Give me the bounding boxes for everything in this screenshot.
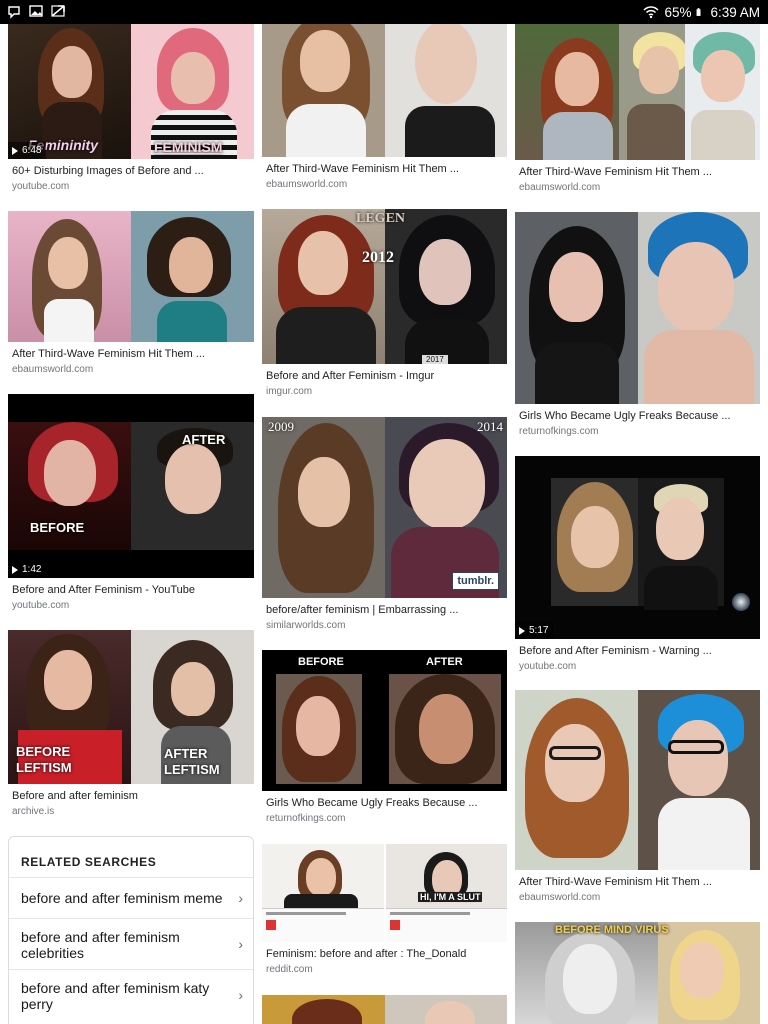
result-card[interactable]: After Third-Wave Feminism Hit Them ... e… <box>8 211 254 375</box>
result-image[interactable]: BEFORE AFTER <box>262 650 507 791</box>
result-title[interactable]: Girls Who Became Ugly Freaks Because ... <box>262 797 507 809</box>
result-title[interactable]: After Third-Wave Feminism Hit Them ... <box>8 348 254 360</box>
result-title[interactable]: Girls Who Became Ugly Freaks Because ... <box>515 410 760 422</box>
result-image[interactable] <box>262 995 507 1024</box>
result-domain: ebaumsworld.com <box>12 364 94 375</box>
result-domain: ebaumsworld.com <box>519 892 601 903</box>
result-card[interactable]: HI, I'M A SLUT Feminism: before and afte… <box>262 844 507 975</box>
result-title[interactable]: 60+ Disturbing Images of Before and ... <box>8 165 254 177</box>
result-image[interactable]: HI, I'M A SLUT <box>262 844 507 942</box>
result-title[interactable]: After Third-Wave Feminism Hit Them ... <box>515 876 760 888</box>
related-search-item[interactable]: before and after feminism celebrities › <box>9 918 253 969</box>
result-domain: returnofkings.com <box>266 813 346 824</box>
overlay-text-left: 2012 <box>362 249 394 266</box>
video-duration-badge: 6:48 <box>8 142 47 159</box>
overlay-text-top: BEFORE MIND VIRUS <box>555 924 669 936</box>
related-search-item[interactable]: before and after feminism katy perry › <box>9 969 253 1020</box>
result-card[interactable]: LEGEN 2012 2017 Before and After Feminis… <box>262 209 507 397</box>
chevron-right-icon: › <box>238 987 243 1003</box>
chevron-right-icon: › <box>238 936 243 952</box>
result-card[interactable]: 5:17 Before and After Feminism - Warning… <box>515 456 760 672</box>
overlay-text-left: BEFORE <box>298 656 344 668</box>
result-title[interactable]: Before and After Feminism - Warning ... <box>515 645 760 657</box>
result-domain: youtube.com <box>12 600 70 611</box>
image-icon <box>29 5 43 17</box>
result-card[interactable]: After Third-Wave Feminism Hit Them ... e… <box>515 690 760 903</box>
result-card[interactable] <box>262 995 507 1024</box>
result-domain: reddit.com <box>266 964 313 975</box>
result-image[interactable] <box>515 212 760 404</box>
result-domain: returnofkings.com <box>519 426 599 437</box>
result-domain: imgur.com <box>266 386 313 397</box>
result-domain: youtube.com <box>519 661 577 672</box>
result-card[interactable]: Girls Who Became Ugly Freaks Because ...… <box>515 212 760 437</box>
result-image[interactable]: LEGEN 2012 2017 <box>262 209 507 364</box>
result-domain: ebaumsworld.com <box>519 182 601 193</box>
glasses <box>549 746 601 760</box>
related-searches-heading: RELATED SEARCHES <box>21 855 157 869</box>
battery-icon <box>697 8 701 16</box>
overlay-text-left: BEFORE LEFTISM <box>16 744 72 775</box>
result-card[interactable]: Femininity FEMINISM 6:48 60+ Disturbing … <box>8 24 254 192</box>
overlay-text-right: AFTER <box>182 432 226 447</box>
direct-icon <box>51 5 65 17</box>
result-domain: archive.is <box>12 806 55 817</box>
result-image[interactable]: BEFORE LEFTISM AFTER LEFTISM <box>8 630 254 784</box>
result-card[interactable]: 2009 2014 tumblr. before/after feminism … <box>262 417 507 631</box>
result-title[interactable]: before/after feminism | Embarrassing ... <box>262 604 507 616</box>
result-title[interactable]: After Third-Wave Feminism Hit Them ... <box>262 163 507 175</box>
result-title[interactable]: Feminism: before and after : The_Donald <box>262 948 507 960</box>
result-domain: similarworlds.com <box>266 620 346 631</box>
result-card[interactable]: BEFORE AFTER Girls Who Became Ugly Freak… <box>262 650 507 824</box>
glasses <box>667 740 724 754</box>
result-image[interactable] <box>515 690 760 870</box>
play-icon <box>519 626 525 635</box>
status-bar: 65% 6:39 AM <box>0 0 768 24</box>
clock: 6:39 AM <box>710 4 760 20</box>
result-domain: youtube.com <box>12 181 70 192</box>
result-image[interactable]: 2009 2014 tumblr. <box>262 417 507 598</box>
overlay-text-right: 2014 <box>477 419 503 434</box>
result-card[interactable]: BEFORE MIND VIRUS <box>515 922 760 1024</box>
overlay-text-right: AFTER <box>426 656 463 668</box>
result-title[interactable]: After Third-Wave Feminism Hit Them ... <box>515 166 760 178</box>
overlay-text-top: LEGEN <box>356 211 406 226</box>
chevron-right-icon: › <box>238 890 243 906</box>
overlay-text-right: 2017 <box>422 355 448 364</box>
overlay-text-left: 2009 <box>268 419 294 434</box>
overlay-text-right: FEMINISM <box>154 139 223 155</box>
result-card[interactable]: BEFORE AFTER 1:42 Before and After Femin… <box>8 394 254 611</box>
result-image[interactable] <box>262 24 507 157</box>
result-image[interactable]: 5:17 <box>515 456 760 639</box>
result-card[interactable]: BEFORE LEFTISM AFTER LEFTISM Before and … <box>8 630 254 817</box>
play-icon <box>12 565 18 574</box>
hangouts-icon <box>8 6 20 19</box>
overlay-text-right: AFTER LEFTISM <box>164 746 220 777</box>
result-title[interactable]: Before and After Feminism - YouTube <box>8 584 254 596</box>
overlay-text-right: HI, I'M A SLUT <box>418 892 483 902</box>
result-title[interactable]: Before and After Feminism - Imgur <box>262 370 507 382</box>
play-icon <box>12 146 18 155</box>
related-search-item[interactable]: before and after feminism meme › <box>9 877 253 918</box>
overlay-text-left: BEFORE <box>30 520 85 535</box>
result-title[interactable]: Before and after feminism <box>8 790 254 802</box>
channel-logo <box>732 593 750 611</box>
related-searches-panel: RELATED SEARCHES before and after femini… <box>8 836 254 1024</box>
wifi-icon <box>643 6 659 19</box>
result-card[interactable]: After Third-Wave Feminism Hit Them ... e… <box>515 24 760 193</box>
video-duration-badge: 5:17 <box>515 622 554 639</box>
tumblr-watermark: tumblr. <box>452 572 499 590</box>
video-duration-badge: 1:42 <box>8 561 47 578</box>
result-domain: ebaumsworld.com <box>266 179 348 190</box>
result-image[interactable]: BEFORE MIND VIRUS <box>515 922 760 1024</box>
result-image[interactable]: BEFORE AFTER 1:42 <box>8 394 254 578</box>
result-image[interactable] <box>8 211 254 342</box>
result-image[interactable] <box>515 24 760 160</box>
battery-percent: 65% <box>664 4 692 20</box>
result-image[interactable]: Femininity FEMINISM 6:48 <box>8 24 254 159</box>
result-card[interactable]: After Third-Wave Feminism Hit Them ... e… <box>262 24 507 190</box>
